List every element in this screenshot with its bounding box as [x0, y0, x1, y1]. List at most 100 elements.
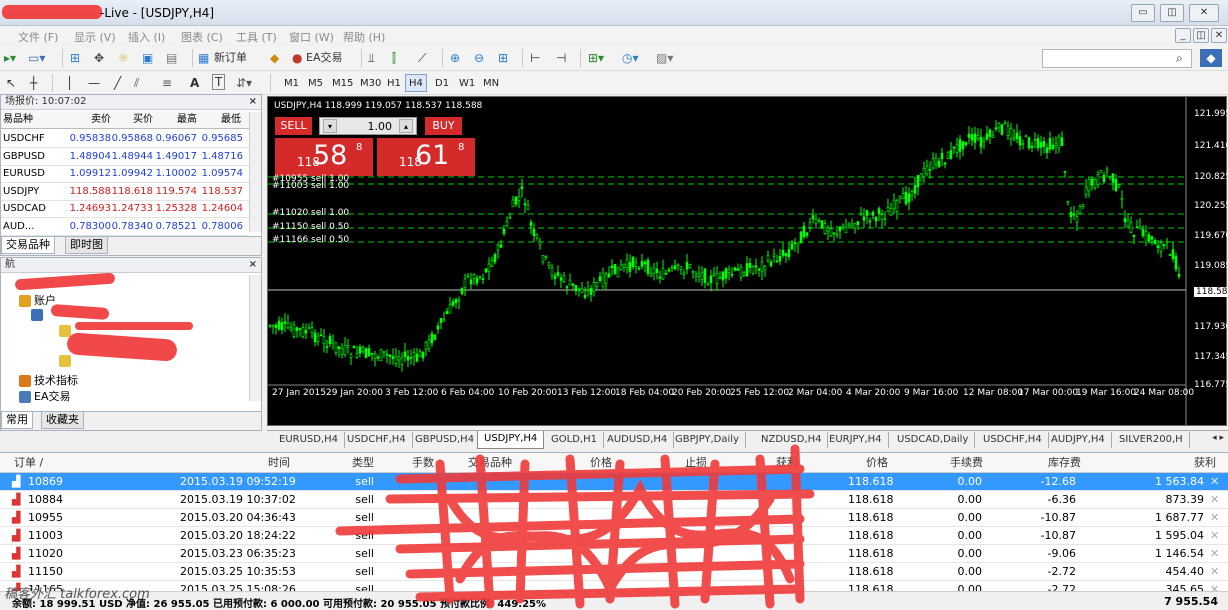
lot-dropdown-icon[interactable]: ▾: [323, 119, 337, 133]
close-order-icon[interactable]: ✕: [1210, 473, 1219, 491]
column-price[interactable]: 价格: [866, 453, 888, 472]
periods-icon[interactable]: ◷▾: [622, 49, 639, 67]
column-ask[interactable]: 买价: [113, 111, 153, 129]
horizontal-line-icon[interactable]: —: [88, 74, 100, 92]
menu-help[interactable]: 帮助 (H): [343, 29, 385, 45]
column-symbol[interactable]: 易品种: [3, 111, 63, 129]
column-low[interactable]: 最低: [199, 111, 241, 129]
text-tool-icon[interactable]: A: [190, 74, 199, 92]
chart-tab[interactable]: SILVER200,H: [1113, 432, 1190, 448]
menu-insert[interactable]: 插入 (I): [128, 29, 165, 45]
terminal-icon[interactable]: ▣: [142, 49, 153, 67]
buy-price-box[interactable]: 118 61 8: [377, 138, 475, 176]
sell-button[interactable]: SELL: [275, 117, 312, 135]
mdi-minimize-button[interactable]: _: [1175, 28, 1191, 43]
profiles-icon[interactable]: ▭▾: [28, 49, 45, 67]
new-chart-icon[interactable]: ▸▾: [4, 49, 16, 67]
timeframe-m1[interactable]: M1: [280, 74, 303, 92]
market-watch-icon[interactable]: ⊞: [70, 49, 80, 67]
timeframe-m15[interactable]: M15: [328, 74, 357, 92]
market-watch-row[interactable]: GBPUSD 1.48904 1.48944 1.49017 1.48716: [1, 148, 249, 166]
candle-chart-icon[interactable]: ⫿: [392, 49, 396, 67]
mdi-close-button[interactable]: ✕: [1211, 28, 1227, 43]
zoom-out-icon[interactable]: ⊖: [474, 49, 484, 67]
zoom-in-icon[interactable]: ⊕: [450, 49, 460, 67]
chart-tab[interactable]: AUDJPY,H4: [1045, 432, 1112, 448]
market-watch-row[interactable]: USDCHF 0.95838 0.95868 0.96067 0.95685: [1, 130, 249, 148]
chart-tab[interactable]: USDCHF,H4: [977, 432, 1049, 448]
close-icon[interactable]: ×: [249, 258, 257, 272]
mdi-restore-button[interactable]: ◫: [1193, 28, 1209, 43]
column-time[interactable]: 时间: [268, 453, 290, 472]
community-icon[interactable]: ◆: [1200, 49, 1222, 67]
lot-stepper-icon[interactable]: ▴: [399, 119, 413, 133]
chart-tab[interactable]: EURJPY,H4: [823, 432, 889, 448]
tree-accounts[interactable]: 账户: [19, 292, 56, 308]
tab-symbols[interactable]: 交易品种: [1, 237, 55, 254]
timeframe-m30[interactable]: M30: [356, 74, 385, 92]
minimize-button[interactable]: ▭: [1131, 4, 1155, 22]
ea-trading-button[interactable]: EA交易: [306, 49, 342, 67]
close-order-icon[interactable]: ✕: [1210, 527, 1219, 545]
tab-scroll-icon[interactable]: ◂ ▸: [1212, 433, 1224, 443]
lot-size-value[interactable]: 1.00: [368, 120, 393, 133]
menu-window[interactable]: 窗口 (W): [289, 29, 334, 45]
search-input[interactable]: [1042, 49, 1192, 68]
tab-favorites[interactable]: 收藏夹: [41, 412, 84, 429]
crosshair-icon[interactable]: ┼: [30, 74, 37, 92]
column-swap[interactable]: 库存费: [1048, 453, 1081, 472]
arrows-icon[interactable]: ⇵▾: [236, 74, 252, 92]
order-line-label[interactable]: #11020 sell 1.00: [272, 208, 349, 218]
trendline-icon[interactable]: ╱: [114, 74, 121, 92]
column-order[interactable]: 订单 /: [14, 453, 43, 472]
order-line-label[interactable]: #11150 sell 0.50: [272, 222, 349, 232]
menu-tools[interactable]: 工具 (T): [236, 29, 277, 45]
scrollbar[interactable]: [249, 275, 261, 401]
ea-trading-icon[interactable]: ●: [292, 49, 302, 67]
menu-file[interactable]: 文件 (F): [18, 29, 58, 45]
menu-charts[interactable]: 图表 (C): [181, 29, 223, 45]
new-order-icon[interactable]: ▦: [198, 49, 209, 67]
menu-view[interactable]: 显示 (V): [74, 29, 116, 45]
timeframe-h4[interactable]: H4: [405, 74, 427, 92]
column-high[interactable]: 最高: [155, 111, 197, 129]
market-watch-row[interactable]: USDCAD 1.24693 1.24733 1.25328 1.24604: [1, 200, 249, 218]
close-button[interactable]: ✕: [1189, 4, 1219, 22]
chart-tab[interactable]: USDCAD,Daily: [891, 432, 976, 448]
channel-icon[interactable]: ⫽: [134, 74, 139, 92]
market-watch-row[interactable]: EURUSD 1.09912 1.09942 1.10002 1.09574: [1, 165, 249, 183]
close-order-icon[interactable]: ✕: [1210, 509, 1219, 527]
tile-windows-icon[interactable]: ⊞: [498, 49, 508, 67]
tab-tick-chart[interactable]: 即时图: [65, 237, 108, 254]
tree-server[interactable]: [31, 308, 46, 321]
order-line-label[interactable]: #11166 sell 0.50: [272, 235, 349, 245]
bar-chart-icon[interactable]: ⫫: [368, 49, 375, 67]
order-line-label[interactable]: #11003 sell 1.00: [272, 181, 349, 191]
data-window-icon[interactable]: ✥: [94, 49, 104, 67]
market-watch-row[interactable]: AUD... 0.78300 0.78340 0.78521 0.78006: [1, 218, 249, 236]
fibonacci-icon[interactable]: ≡: [162, 74, 172, 92]
column-bid[interactable]: 卖价: [67, 111, 111, 129]
lot-size-field[interactable]: ▾ 1.00 ▴: [319, 117, 417, 135]
close-order-icon[interactable]: ✕: [1210, 563, 1219, 581]
indicators-icon[interactable]: ⊞▾: [588, 49, 604, 67]
sell-price-box[interactable]: 118 58 8: [275, 138, 373, 176]
column-commission[interactable]: 手续费: [950, 453, 983, 472]
vertical-line-icon[interactable]: │: [66, 74, 73, 92]
timeframe-d1[interactable]: D1: [431, 74, 453, 92]
tree-account-2[interactable]: [59, 354, 74, 367]
tab-common[interactable]: 常用: [1, 412, 33, 429]
new-order-button[interactable]: 新订单: [214, 49, 247, 67]
close-order-icon[interactable]: ✕: [1210, 491, 1219, 509]
tree-indicators[interactable]: 技术指标: [19, 372, 78, 388]
templates-icon[interactable]: ▨▾: [656, 49, 673, 67]
column-profit[interactable]: 获利: [1194, 453, 1216, 472]
navigator-icon[interactable]: ☼: [118, 49, 129, 67]
line-chart-icon[interactable]: ⟋: [418, 49, 426, 67]
autoscroll-icon[interactable]: ⊢: [530, 49, 540, 67]
timeframe-mn[interactable]: MN: [479, 74, 503, 92]
close-icon[interactable]: ×: [249, 95, 257, 109]
timeframe-w1[interactable]: W1: [455, 74, 479, 92]
metaeditor-icon[interactable]: ◆: [270, 49, 279, 67]
tree-expert-advisors[interactable]: EA交易: [19, 388, 70, 404]
